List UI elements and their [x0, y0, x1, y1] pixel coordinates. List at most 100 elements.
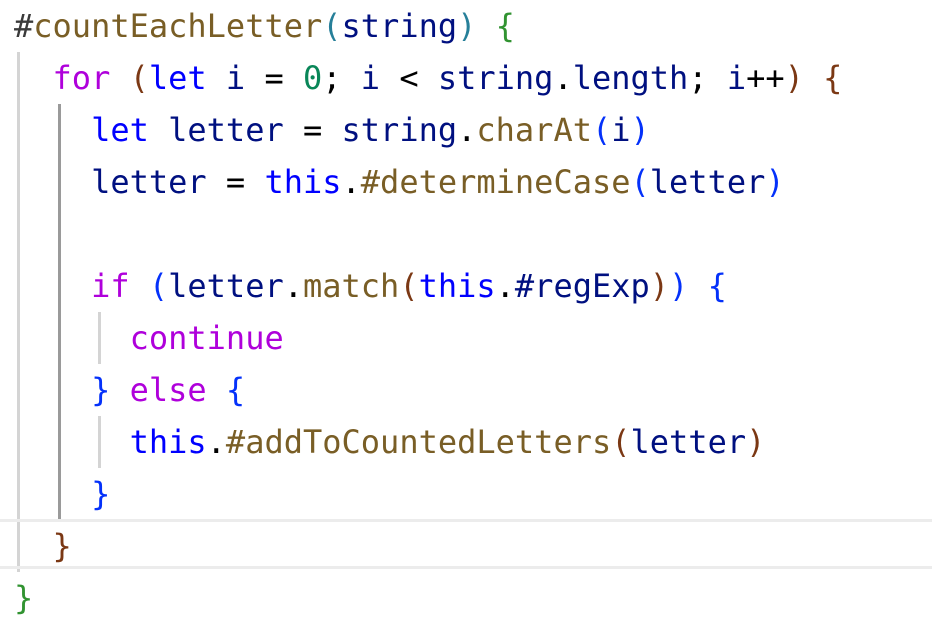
code-line[interactable]: if (letter.match(this.#regExp)) {	[0, 260, 932, 312]
code-line[interactable]: this.#addToCountedLetters(letter)	[0, 416, 932, 468]
code-line-text: #countEachLetter(string) {	[14, 0, 515, 52]
code-token: i	[360, 59, 381, 97]
code-line-text: if (letter.match(this.#regExp)) {	[14, 260, 727, 312]
code-token: {	[495, 7, 515, 45]
code-token: }	[52, 527, 72, 565]
code-token: .	[283, 267, 303, 305]
code-token: letter	[649, 163, 766, 201]
code-token: else	[129, 371, 207, 409]
code-token: ;	[688, 59, 727, 97]
code-token: length	[572, 59, 689, 97]
code-token: (	[129, 59, 149, 97]
code-line-text: for (let i = 0; i < string.length; i++) …	[14, 52, 843, 104]
code-line[interactable]: let letter = string.charAt(i)	[0, 104, 932, 156]
code-token: continue	[129, 319, 284, 357]
code-token: {	[823, 59, 843, 97]
code-token: letter	[91, 163, 207, 201]
code-token: .	[341, 163, 361, 201]
code-token: =	[283, 111, 342, 149]
code-token: =	[206, 163, 265, 201]
code-token: i	[726, 59, 747, 97]
code-token: string	[341, 111, 458, 149]
code-token: this	[129, 423, 207, 461]
code-line-text: }	[14, 520, 72, 572]
code-token: #addToCountedLetters	[225, 423, 612, 461]
code-token: }	[91, 475, 111, 513]
code-token: countEachLetter	[33, 7, 323, 45]
code-token: )	[649, 267, 670, 305]
code-line-text: continue	[14, 312, 284, 364]
code-token: i	[225, 59, 246, 97]
code-line-text: let letter = string.charAt(i)	[14, 104, 650, 156]
code-token: string	[437, 59, 554, 97]
code-token: 0	[302, 59, 323, 97]
code-token: .	[457, 111, 477, 149]
code-line[interactable]: } else {	[0, 364, 932, 416]
code-token: this	[264, 163, 342, 201]
code-editor[interactable]: #countEachLetter(string) { for (let i = …	[0, 0, 932, 628]
code-token: string	[341, 7, 458, 45]
code-token: <	[380, 59, 438, 97]
code-token: )	[784, 59, 804, 97]
code-token: (	[148, 267, 169, 305]
code-token: letter	[630, 423, 747, 461]
code-token: (	[611, 423, 631, 461]
code-token: i	[611, 111, 631, 149]
code-line[interactable]: letter = this.#determineCase(letter)	[0, 156, 932, 208]
code-token: {	[225, 371, 246, 409]
code-line[interactable]: continue	[0, 312, 932, 364]
code-line-text: this.#addToCountedLetters(letter)	[14, 416, 766, 468]
code-token: )	[746, 423, 766, 461]
code-token: }	[14, 579, 34, 617]
code-token: #regExp	[514, 267, 650, 305]
code-token: .	[206, 423, 226, 461]
code-token: charAt	[476, 111, 592, 149]
code-token: }	[91, 371, 111, 409]
code-token: match	[302, 267, 400, 305]
code-token: ;	[322, 59, 361, 97]
code-token: =	[245, 59, 303, 97]
code-line[interactable]	[0, 208, 932, 260]
code-token: )	[630, 111, 650, 149]
code-line[interactable]: for (let i = 0; i < string.length; i++) …	[0, 52, 932, 104]
code-token: #determineCase	[360, 163, 631, 201]
code-line-text: } else {	[14, 364, 245, 416]
code-token: for	[52, 59, 111, 97]
code-token: (	[591, 111, 612, 149]
code-token: (	[630, 163, 650, 201]
code-token: (	[322, 7, 342, 45]
code-line[interactable]: }	[0, 572, 932, 624]
code-line[interactable]: #countEachLetter(string) {	[0, 0, 932, 52]
code-line[interactable]: }	[0, 468, 932, 520]
code-token: .	[553, 59, 573, 97]
code-token: let	[148, 59, 207, 97]
code-token: {	[707, 267, 727, 305]
code-token: #	[14, 7, 34, 45]
code-token: .	[495, 267, 515, 305]
code-token: let	[91, 111, 149, 149]
code-token: if	[91, 267, 130, 305]
code-token: )	[765, 163, 785, 201]
code-line[interactable]: }	[0, 520, 932, 572]
code-token: letter	[168, 111, 284, 149]
code-line-text: letter = this.#determineCase(letter)	[14, 156, 785, 208]
code-token: this	[418, 267, 496, 305]
code-line-text: }	[14, 572, 33, 624]
code-token: ++	[746, 59, 785, 97]
